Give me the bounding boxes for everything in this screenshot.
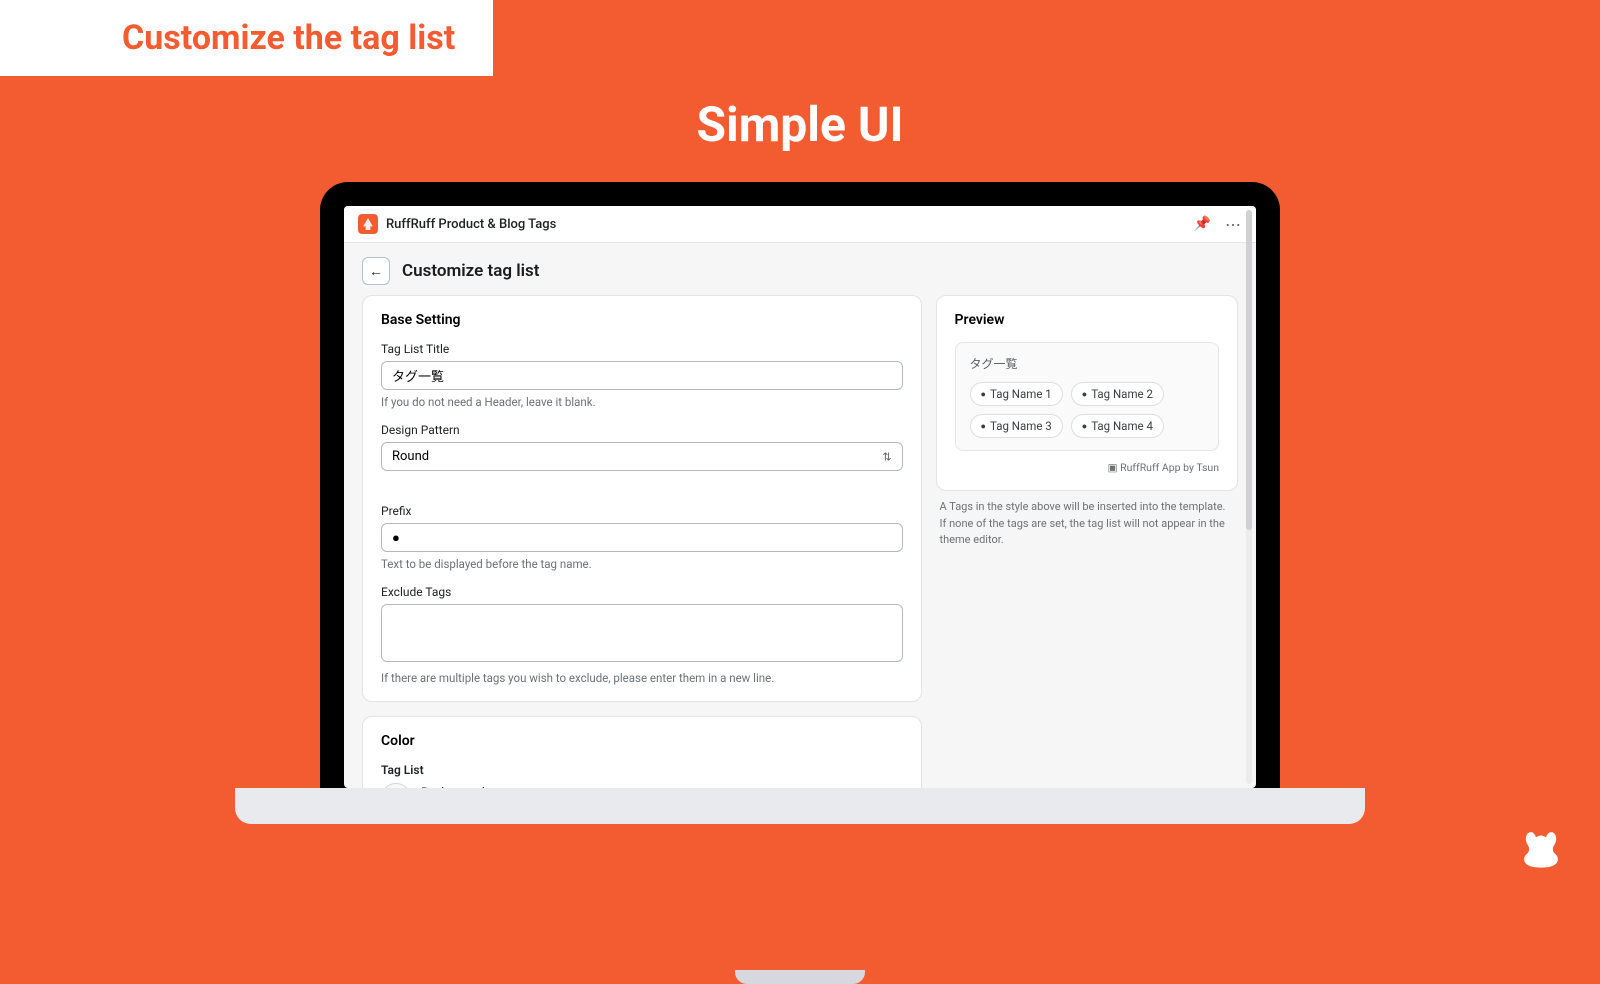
laptop-base [235, 788, 1365, 824]
chevron-updown-icon: ⇅ [882, 450, 891, 463]
color-card: Color Tag List Background #F7F9F9 [362, 716, 922, 788]
slide-hero: Simple UI [696, 96, 903, 153]
preview-list-title: タグ一覧 [970, 355, 1204, 372]
prefix-help: Text to be displayed before the tag name… [381, 557, 903, 571]
app-name: RuffRuff Product & Blog Tags [386, 217, 556, 232]
exclude-label: Exclude Tags [381, 585, 903, 599]
pin-icon[interactable]: 📌 [1194, 216, 1211, 232]
title-label: Tag List Title [381, 342, 903, 356]
laptop-notch [735, 970, 865, 984]
preview-tag: ●Tag Name 4 [1071, 414, 1164, 438]
preview-tag: ●Tag Name 2 [1071, 382, 1164, 406]
scrollbar-thumb[interactable] [1246, 210, 1252, 530]
slide-banner: Customize the tag list [0, 0, 493, 76]
title-help: If you do not need a Header, leave it bl… [381, 395, 903, 409]
exclude-tags-textarea[interactable] [381, 604, 903, 662]
design-pattern-select[interactable]: Round ⇅ [381, 442, 903, 471]
app-logo-icon [358, 214, 378, 234]
exclude-help: If there are multiple tags you wish to e… [381, 671, 903, 685]
preview-credit: ▣ RuffRuff App by Tsun [955, 461, 1219, 474]
preview-card: Preview タグ一覧 ●Tag Name 1 ●Tag Name 2 ●Ta… [936, 295, 1238, 491]
prefix-input[interactable] [381, 523, 903, 552]
back-button[interactable]: ← [362, 257, 390, 285]
design-label: Design Pattern [381, 423, 903, 437]
design-value: Round [392, 449, 429, 464]
page-title: Customize tag list [402, 261, 540, 281]
prefix-label: Prefix [381, 504, 903, 518]
dog-logo-icon [1514, 822, 1568, 880]
laptop-frame: RuffRuff Product & Blog Tags 📌 ⋯ ← Custo… [320, 182, 1280, 788]
preview-note: A Tags in the style above will be insert… [936, 499, 1238, 549]
app-screen: RuffRuff Product & Blog Tags 📌 ⋯ ← Custo… [344, 206, 1256, 788]
color-sub: Tag List [381, 763, 903, 777]
color-heading: Color [381, 733, 903, 749]
base-settings-card: Base Setting Tag List Title If you do no… [362, 295, 922, 702]
base-heading: Base Setting [381, 312, 903, 328]
preview-box: タグ一覧 ●Tag Name 1 ●Tag Name 2 ●Tag Name 3… [955, 342, 1219, 451]
preview-tag: ●Tag Name 3 [970, 414, 1063, 438]
preview-heading: Preview [955, 312, 1219, 328]
tag-list-title-input[interactable] [381, 361, 903, 390]
more-menu-icon[interactable]: ⋯ [1225, 215, 1242, 234]
preview-tag: ●Tag Name 1 [970, 382, 1063, 406]
app-topbar: RuffRuff Product & Blog Tags 📌 ⋯ [344, 206, 1256, 243]
